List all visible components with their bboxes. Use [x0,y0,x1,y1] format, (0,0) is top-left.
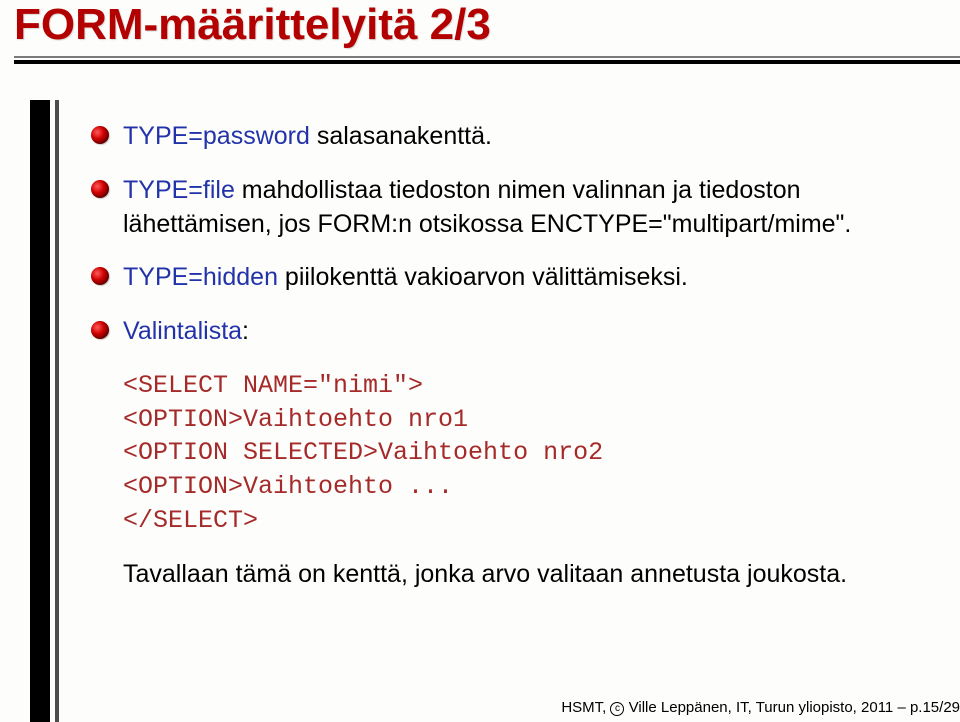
content-area: TYPE=password salasanakenttä. TYPE=file … [85,120,940,591]
page-title: FORM-määrittelyitä 2/3 [14,0,491,50]
sidebar-bar-thin [55,100,59,722]
footer: HSMT, c Ville Leppänen, IT, Turun yliopi… [561,699,960,716]
term-rest: piilokenttä vakioarvon välittämiseksi. [278,263,688,291]
footer-prefix: HSMT, [561,699,610,716]
term-rest: salasanakenttä. [310,122,492,150]
title-underline [14,56,960,64]
bullet-item: TYPE=hidden piilokenttä vakioarvon välit… [85,261,940,295]
code-line: <OPTION SELECTED>Vaihtoehto nro2 [123,438,603,467]
note-text: Tavallaan tämä on kenttä, jonka arvo val… [85,558,940,592]
bullet-item: TYPE=password salasanakenttä. [85,120,940,154]
footer-rest: Ville Leppänen, IT, Turun yliopisto, 201… [624,699,960,716]
bullet-item: Valintalista: [85,315,940,349]
code-line: </SELECT> [123,506,258,535]
sidebar-bar-thick [30,100,50,722]
code-line: <OPTION>Vaihtoehto nro1 [123,405,468,434]
code-line: <OPTION>Vaihtoehto ... [123,472,453,501]
term: TYPE=file [123,176,235,204]
code-line: <SELECT NAME="nimi"> [123,371,423,400]
bullet-item: TYPE=file mahdollistaa tiedoston nimen v… [85,174,940,242]
term: TYPE=hidden [123,263,278,291]
term: TYPE=password [123,122,310,150]
term: Valintalista [123,317,242,345]
term-colon: : [242,317,249,345]
copyright-icon: c [610,702,624,716]
code-block: <SELECT NAME="nimi"> <OPTION>Vaihtoehto … [85,369,940,538]
